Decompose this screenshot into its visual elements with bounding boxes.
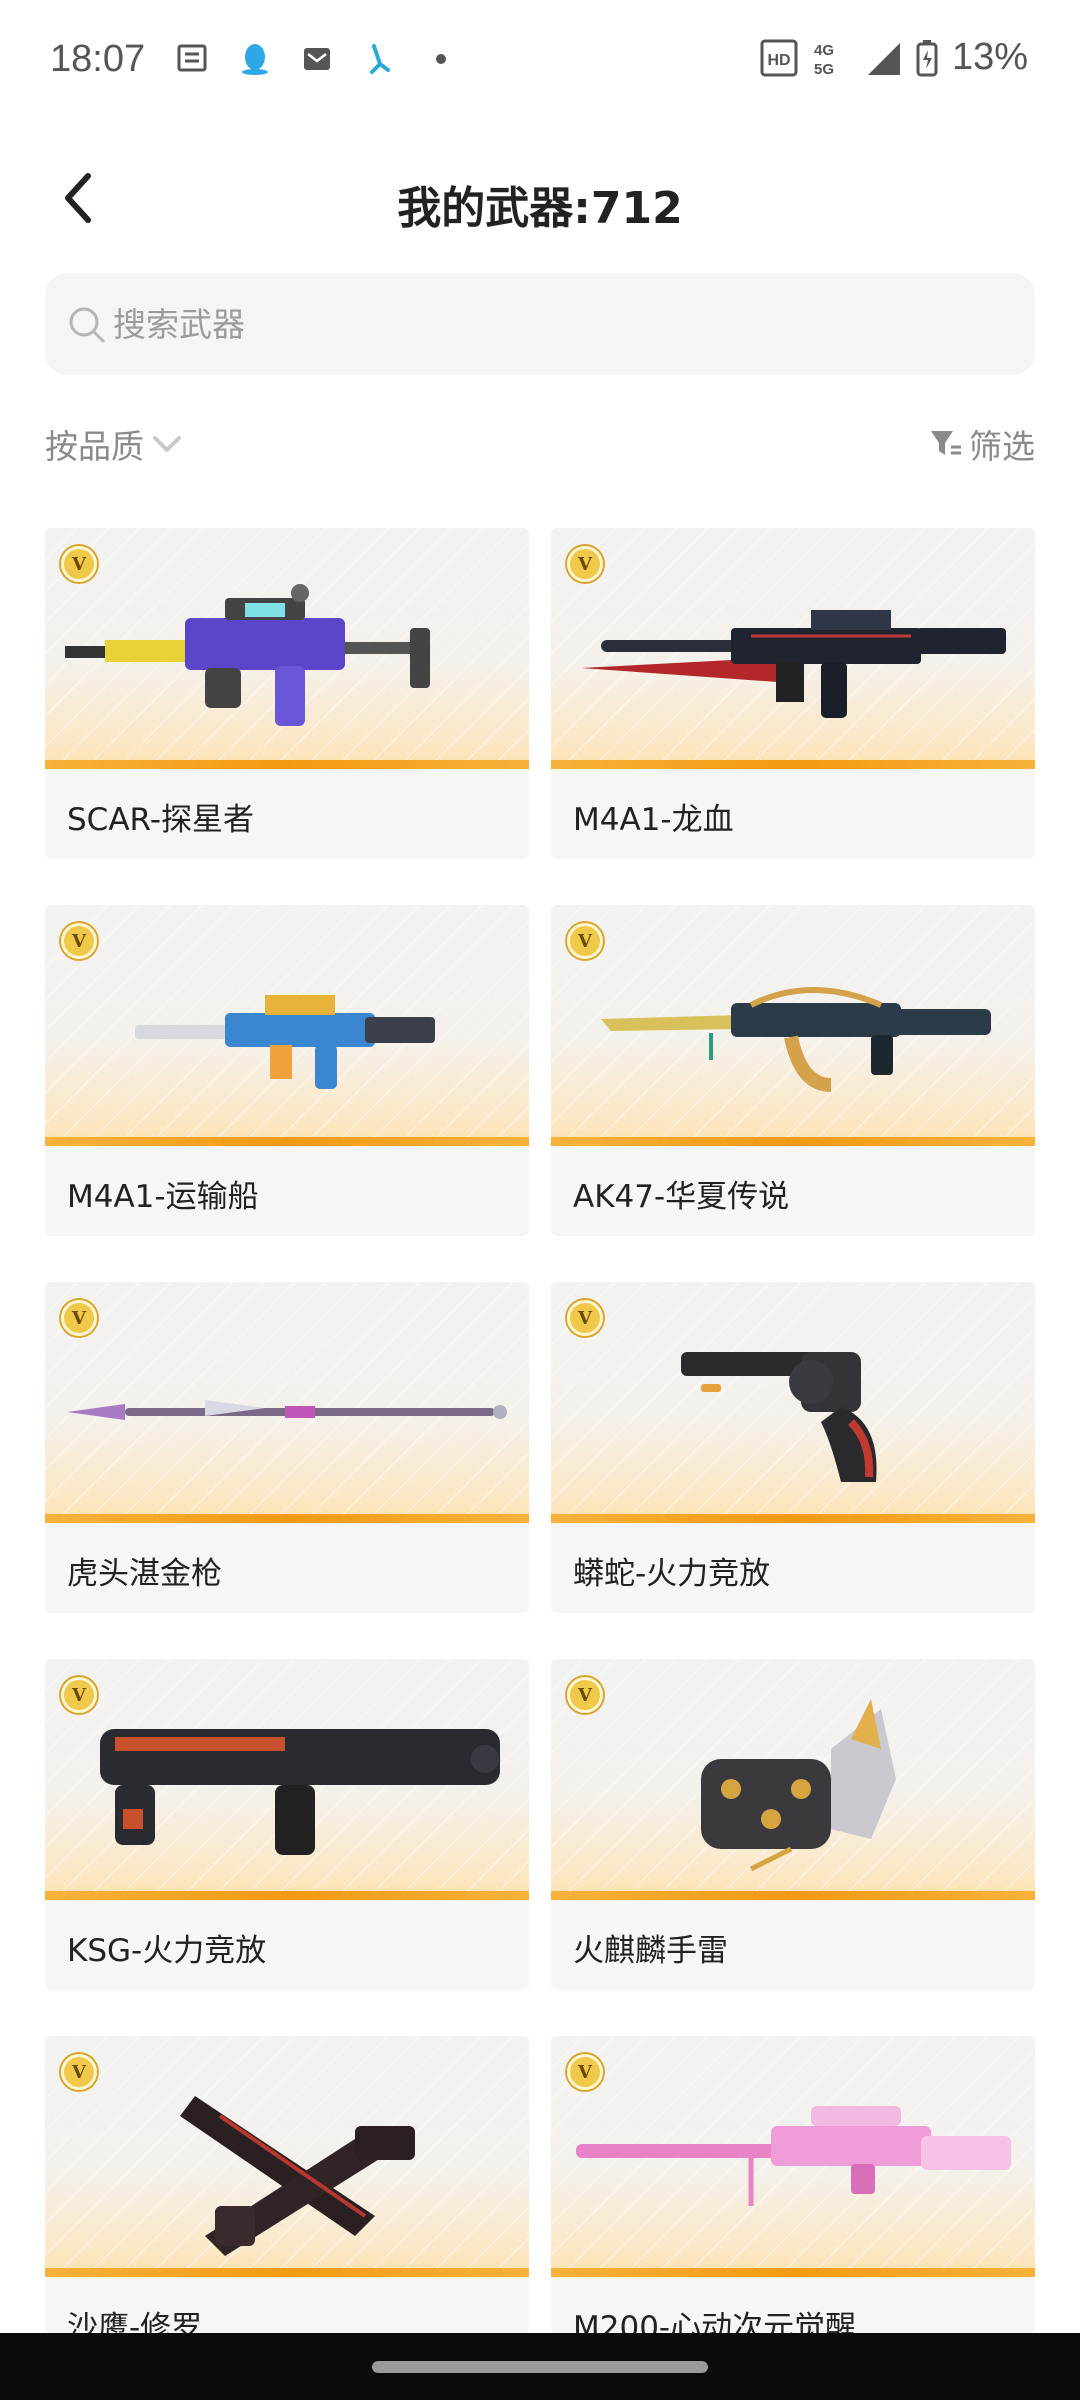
quality-bar bbox=[551, 2268, 1035, 2277]
revolver-icon bbox=[681, 1352, 877, 1482]
weapon-name: SCAR-探星者 bbox=[67, 802, 254, 838]
weapon-card[interactable]: V 蟒蛇-火力竞放 bbox=[551, 1282, 1035, 1613]
weapon-card[interactable]: V AK47-华夏传说 bbox=[551, 905, 1035, 1236]
qq-penguin-icon bbox=[242, 44, 268, 75]
quality-bar bbox=[45, 1137, 529, 1146]
status-bar: 18:07 HD 4G 5G 13% bbox=[0, 0, 1080, 125]
app-notification-icon bbox=[370, 44, 390, 74]
rifle-icon bbox=[65, 584, 430, 726]
quality-bar bbox=[551, 1514, 1035, 1523]
weapon-card[interactable]: V 沙鹰-修罗 bbox=[45, 2036, 529, 2367]
weapon-name: 蟒蛇-火力竞放 bbox=[573, 1556, 771, 1592]
quality-bar bbox=[551, 1137, 1035, 1146]
network-type-icon: 4G 5G bbox=[814, 42, 834, 78]
battery-percent: 13% bbox=[951, 36, 1028, 78]
weapon-name: M4A1-运输船 bbox=[67, 1179, 259, 1215]
weapon-card[interactable]: V M4A1-龙血 bbox=[551, 528, 1035, 859]
sniper-rifle-icon bbox=[576, 2106, 1011, 2206]
quality-bar bbox=[45, 760, 529, 769]
filter-funnel-icon bbox=[931, 431, 961, 455]
system-navigation-bar bbox=[0, 2333, 1080, 2400]
weapon-grid: V SCAR-探星者 V M4A1-龙血 V M4A1-运输船 V AK47-华… bbox=[45, 528, 1035, 2367]
page-title: 我的武器:712 bbox=[397, 183, 683, 234]
quality-bar bbox=[551, 760, 1035, 769]
weapon-card[interactable]: V M4A1-运输船 bbox=[45, 905, 529, 1236]
weapon-card[interactable]: V KSG-火力竞放 bbox=[45, 1659, 529, 1990]
pistol-icon bbox=[180, 2096, 415, 2256]
search-icon bbox=[69, 307, 105, 343]
filter-label: 筛选 bbox=[969, 427, 1035, 466]
svg-text:5G: 5G bbox=[814, 61, 834, 78]
weapon-name: 火麒麟手雷 bbox=[573, 1933, 728, 1969]
mail-icon bbox=[304, 48, 330, 70]
page-header: 我的武器:712 bbox=[0, 150, 1080, 250]
weapon-card[interactable]: V SCAR-探星者 bbox=[45, 528, 529, 859]
chevron-down-icon bbox=[153, 436, 181, 452]
more-dot-icon bbox=[436, 54, 446, 64]
spear-icon bbox=[67, 1400, 507, 1420]
weapon-name: 虎头湛金枪 bbox=[67, 1556, 222, 1592]
shotgun-icon bbox=[100, 1729, 500, 1855]
quality-bar bbox=[551, 1891, 1035, 1900]
search-input[interactable] bbox=[113, 273, 1013, 375]
quality-bar bbox=[45, 1891, 529, 1900]
hd-icon: HD bbox=[760, 39, 798, 76]
search-bar[interactable] bbox=[45, 273, 1035, 375]
home-indicator[interactable] bbox=[372, 2361, 708, 2373]
weapon-name: M4A1-龙血 bbox=[573, 802, 734, 838]
notification-note-icon bbox=[177, 44, 207, 72]
svg-text:HD: HD bbox=[767, 52, 790, 69]
quality-bar bbox=[45, 2268, 529, 2277]
sort-by-quality-dropdown[interactable]: 按品质 bbox=[45, 420, 184, 468]
weapon-name: KSG-火力竞放 bbox=[67, 1933, 267, 1969]
weapon-card[interactable]: V 火麒麟手雷 bbox=[551, 1659, 1035, 1990]
svg-text:4G: 4G bbox=[814, 42, 834, 59]
rifle-icon bbox=[601, 987, 991, 1092]
rifle-icon bbox=[135, 995, 435, 1089]
battery-icon bbox=[916, 39, 938, 76]
status-right: HD 4G 5G 13% bbox=[760, 36, 1028, 79]
rifle-icon bbox=[581, 610, 1006, 718]
weapon-name: AK47-华夏传说 bbox=[573, 1179, 790, 1215]
grenade-icon bbox=[701, 1699, 896, 1872]
status-time: 18:07 bbox=[50, 38, 146, 80]
quality-bar bbox=[45, 1514, 529, 1523]
sort-label: 按品质 bbox=[45, 427, 144, 466]
signal-icon bbox=[867, 42, 900, 75]
weapon-card[interactable]: V 虎头湛金枪 bbox=[45, 1282, 529, 1613]
weapon-card[interactable]: V M200-心动次元觉醒 bbox=[551, 2036, 1035, 2367]
filter-button[interactable]: 筛选 bbox=[929, 420, 1035, 468]
